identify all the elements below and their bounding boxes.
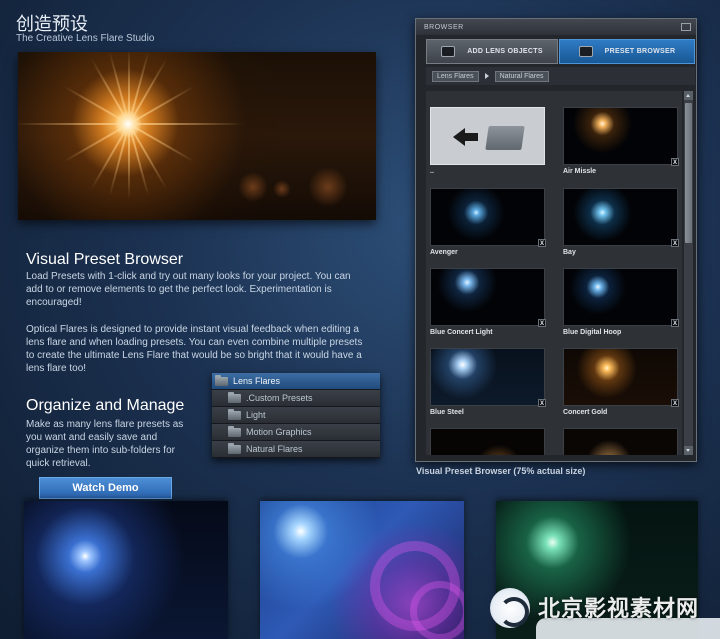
delete-preset-button[interactable]: X <box>671 239 679 247</box>
tree-item-label: Light <box>246 410 266 420</box>
tree-item-light[interactable]: Light <box>212 407 380 424</box>
tab-label: PRESET BROWSER <box>604 48 676 55</box>
breadcrumb-lens-flares[interactable]: Lens Flares <box>432 70 479 82</box>
delete-preset-button[interactable]: X <box>538 319 546 327</box>
preset-thumbnail: X <box>563 107 679 166</box>
browser-caption: Visual Preset Browser (75% actual size) <box>416 466 586 476</box>
folder-tree: Lens Flares .Custom Presets Light Motion… <box>212 373 380 458</box>
delete-preset-button[interactable]: X <box>671 158 679 166</box>
tree-item-label: Motion Graphics <box>246 427 312 437</box>
tab-preset-browser[interactable]: PRESET BROWSER <box>559 39 695 64</box>
preset-item-blue-concert-light[interactable]: X Blue Concert Light <box>430 268 546 339</box>
visual-preset-paragraph-1: Load Presets with 1-click and try out ma… <box>26 271 351 308</box>
delete-preset-button[interactable]: X <box>671 399 679 407</box>
preset-label: .. <box>430 168 434 175</box>
preset-thumbnail: X <box>430 348 546 407</box>
scroll-up-icon[interactable] <box>684 91 693 100</box>
watch-demo-button[interactable]: Watch Demo <box>39 477 172 499</box>
scroll-down-icon[interactable] <box>684 446 693 455</box>
delete-preset-button[interactable]: X <box>538 399 546 407</box>
demo-thumbnail-blue-flare[interactable] <box>24 501 228 639</box>
preset-item-partial[interactable] <box>563 428 678 455</box>
breadcrumb-natural-flares[interactable]: Natural Flares <box>494 70 549 82</box>
tree-item-label: Natural Flares <box>246 444 303 454</box>
preset-item-concert-gold[interactable]: X Concert Gold <box>563 348 679 419</box>
scroll-thumb[interactable] <box>685 103 692 243</box>
preset-item-blue-steel[interactable]: X Blue Steel <box>430 348 546 419</box>
preset-item-blue-digital-hoop[interactable]: X Blue Digital Hoop <box>563 268 679 339</box>
page-subtitle: The Creative Lens Flare Studio <box>16 33 155 44</box>
preset-thumbnail: X <box>430 268 546 327</box>
tab-label: ADD LENS OBJECTS <box>467 48 543 55</box>
folder-icon <box>485 126 525 150</box>
tree-item-label: Lens Flares <box>233 376 281 386</box>
organize-paragraph: Make as many lens flare presets as you w… <box>26 419 184 469</box>
preset-scrollbar[interactable] <box>684 91 693 455</box>
folder-icon <box>228 425 241 437</box>
watermark-logo-icon <box>490 588 530 628</box>
tab-add-lens-objects[interactable]: ADD LENS OBJECTS <box>426 39 558 64</box>
organize-heading: Organize and Manage <box>26 397 185 414</box>
preset-thumbnail: X <box>563 188 679 247</box>
folder-icon <box>228 442 241 454</box>
preset-thumbnail: X <box>430 188 546 247</box>
preset-item-parent-folder[interactable]: .. <box>430 107 545 178</box>
preset-label: Concert Gold <box>563 409 608 416</box>
preset-thumbnail <box>430 428 545 455</box>
preset-browser-panel: BROWSER ADD LENS OBJECTS PRESET BROWSER … <box>415 18 697 462</box>
tree-item-label: .Custom Presets <box>246 393 313 403</box>
preset-label: Blue Concert Light <box>430 329 493 336</box>
preset-thumbnail: X <box>563 348 679 407</box>
preset-label: Avenger <box>430 249 458 256</box>
preset-browser-icon <box>578 46 593 57</box>
folder-icon <box>215 374 228 386</box>
watermark-text: 北京影视素材网 <box>538 597 700 622</box>
tree-item-lens-flares[interactable]: Lens Flares <box>212 373 380 390</box>
demo-thumbnail-purple-flare[interactable] <box>260 501 464 639</box>
tree-item-motion-graphics[interactable]: Motion Graphics <box>212 424 380 441</box>
visual-preset-heading: Visual Preset Browser <box>26 251 184 268</box>
preset-item-avenger[interactable]: X Avenger <box>430 188 546 259</box>
preset-thumbnail: X <box>563 268 679 327</box>
preset-item-partial[interactable] <box>430 428 545 455</box>
visual-preset-paragraph-2: Optical Flares is designed to provide in… <box>26 324 363 374</box>
preset-label: Bay <box>563 249 576 256</box>
tree-item-custom-presets[interactable]: .Custom Presets <box>212 390 380 407</box>
preset-thumbnail <box>430 107 545 165</box>
folder-icon <box>228 391 241 403</box>
preset-item-air-missle[interactable]: X Air Missle <box>563 107 679 178</box>
folder-icon <box>228 408 241 420</box>
browser-titlebar: BROWSER <box>416 19 696 35</box>
preset-label: Blue Digital Hoop <box>563 329 622 336</box>
breadcrumb: Lens Flares Natural Flares <box>426 67 695 85</box>
lens-object-icon <box>441 46 456 57</box>
browser-title: BROWSER <box>424 23 464 31</box>
preset-item-bay[interactable]: X Bay <box>563 188 679 259</box>
preset-grid: .. X Air Missle X Avenger X Bay X Blue C… <box>426 91 682 455</box>
breadcrumb-separator-icon <box>484 73 489 79</box>
preset-label: Blue Steel <box>430 409 464 416</box>
delete-preset-button[interactable]: X <box>671 319 679 327</box>
delete-preset-button[interactable]: X <box>538 239 546 247</box>
preset-label: Air Missle <box>563 168 597 175</box>
preset-thumbnail <box>563 428 678 455</box>
tree-item-natural-flares[interactable]: Natural Flares <box>212 441 380 458</box>
hero-flare-image <box>18 52 376 220</box>
window-restore-icon[interactable] <box>681 23 691 31</box>
